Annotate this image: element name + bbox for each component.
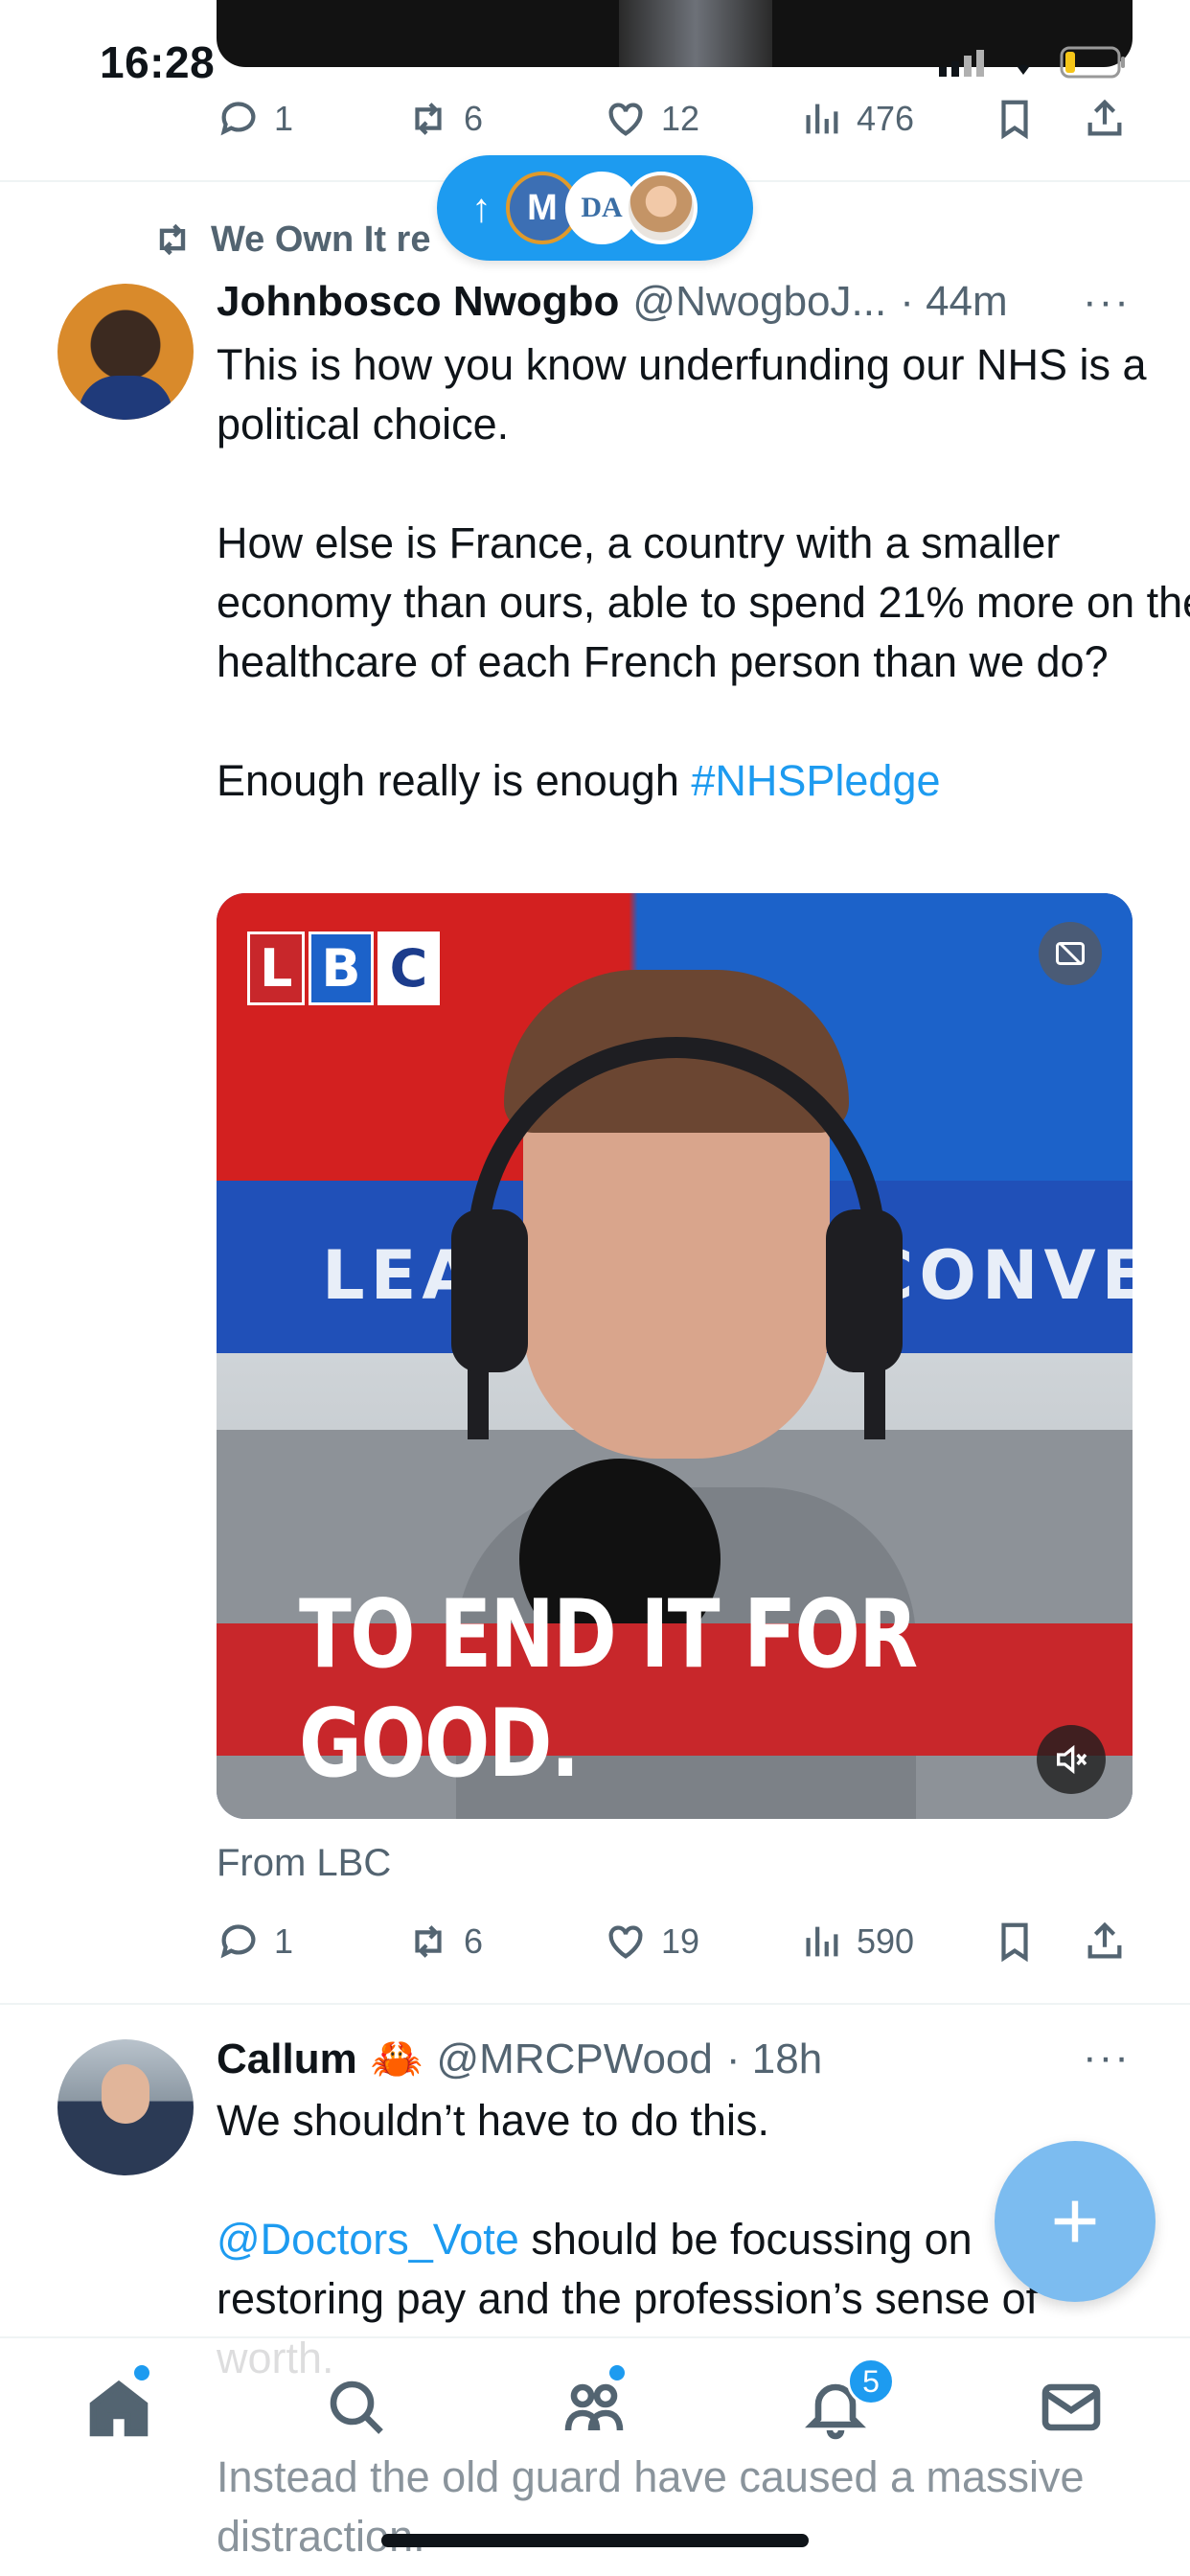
tweet-paragraph: Enough really is enough #NHSPledge [217, 751, 1190, 811]
avatar-text: DA [581, 192, 623, 223]
bookmark-icon [1001, 100, 1028, 140]
views-count: 590 [857, 1921, 915, 1961]
more-options-button[interactable]: ··· [1083, 278, 1131, 326]
home-unread-dot [134, 2365, 149, 2380]
avatar[interactable] [57, 2039, 194, 2175]
reply-button[interactable]: 1 [217, 97, 293, 141]
like-count: 12 [661, 99, 700, 138]
tweet-header: Callum 🦀 @MRCPWood · 18h [217, 2034, 822, 2083]
divider [0, 2003, 1190, 2005]
tweet-paragraph: How else is France, a country with a sma… [217, 518, 1190, 686]
backdrop-text: CONVERS [864, 1236, 1133, 1315]
search-icon[interactable] [322, 2373, 391, 2442]
tweet-text-prefix: Enough really is enough [217, 756, 692, 805]
heart-icon [608, 103, 643, 136]
share-icon [1087, 99, 1122, 136]
more-options-button[interactable]: ··· [1083, 2034, 1131, 2082]
communities-unread-dot [609, 2365, 625, 2380]
tweet-video[interactable]: LEAD CONVERS L B C TO END IT FOR GOOD. [217, 893, 1133, 1819]
video-caption-text: TO END IT FOR GOOD. [299, 1580, 918, 1799]
views-icon [806, 104, 838, 134]
compose-button[interactable] [995, 2141, 1156, 2302]
like-count: 19 [661, 1921, 700, 1961]
views-button[interactable]: 476 [799, 97, 914, 141]
like-button[interactable]: 19 [604, 1920, 699, 1964]
repost-button[interactable]: 6 [406, 1920, 483, 1964]
repost-button[interactable]: 6 [406, 97, 483, 141]
repost-icon [415, 103, 442, 135]
battery-icon [1060, 46, 1125, 79]
tweet-text: This is how you know underfunding our NH… [217, 335, 1190, 811]
heart-icon [608, 1925, 643, 1959]
communities-icon[interactable] [560, 2373, 629, 2442]
tweet-time[interactable]: · 18h [726, 2036, 822, 2083]
tweet-actions: 1 6 19 590 [0, 1913, 1190, 1970]
tweet-header: Johnbosco Nwogbo @NwogboJ... · 44m [217, 278, 1136, 326]
status-icons [937, 46, 1127, 79]
repost-count: 6 [464, 99, 484, 138]
bookmark-button[interactable] [993, 1920, 1037, 1964]
author-name[interactable]: Callum [217, 2036, 357, 2083]
repost-icon [159, 223, 186, 256]
author-handle[interactable]: @MRCPWood [437, 2036, 713, 2083]
video-caption: TO END IT FOR GOOD. [217, 1580, 1133, 1799]
mention-link[interactable]: @Doctors_Vote [217, 2215, 519, 2264]
from-source-label[interactable]: From LBC [217, 1842, 391, 1885]
tweet-paragraph: This is how you know underfunding our NH… [217, 340, 1147, 448]
tweet-time[interactable]: · 44m [900, 278, 1007, 326]
views-count: 476 [857, 99, 915, 138]
bookmark-icon [1001, 1922, 1028, 1963]
logo-letter: C [377, 932, 441, 1005]
reply-count: 1 [274, 1921, 294, 1961]
share-button[interactable] [1083, 97, 1127, 141]
plus-icon [1054, 2200, 1096, 2242]
avatar[interactable] [57, 284, 194, 420]
reply-icon [220, 102, 256, 136]
home-icon[interactable] [84, 2373, 153, 2442]
wifi-icon [1018, 64, 1029, 75]
share-icon [1087, 1921, 1122, 1959]
tweet-paragraph: Instead the old guard have caused a mass… [217, 2452, 1085, 2561]
reply-button[interactable]: 1 [217, 1920, 293, 1964]
captions-icon[interactable] [1039, 922, 1102, 985]
lbc-logo: L B C [247, 932, 441, 1005]
hashtag-link[interactable]: #NHSPledge [691, 756, 940, 805]
repost-label: We Own It re [211, 218, 431, 260]
author-handle[interactable]: @NwogboJ... [632, 278, 886, 326]
new-posts-pill[interactable]: ↑ M DA [437, 155, 753, 261]
repost-icon [415, 1925, 442, 1958]
reply-count: 1 [274, 99, 294, 138]
tweet-paragraph: We shouldn’t have to do this. [217, 2096, 770, 2145]
reply-icon [220, 1924, 256, 1959]
signal-icon [939, 50, 984, 77]
repost-attribution[interactable]: We Own It re [151, 218, 430, 261]
avatar-letter: M [527, 187, 558, 228]
top-tweet-actions: 1 6 12 476 [0, 90, 1190, 148]
status-time: 16:28 [100, 37, 216, 87]
author-name[interactable]: Johnbosco Nwogbo [217, 278, 619, 326]
crab-emoji-icon: 🦀 [370, 2036, 423, 2082]
logo-letter: B [309, 932, 374, 1005]
notifications-badge: 5 [847, 2358, 895, 2405]
repost-count: 6 [464, 1921, 484, 1961]
messages-icon[interactable] [1037, 2373, 1106, 2442]
views-button[interactable]: 590 [799, 1920, 914, 1964]
views-icon [806, 1926, 838, 1957]
mute-icon[interactable] [1037, 1725, 1106, 1794]
share-button[interactable] [1083, 1920, 1127, 1964]
like-button[interactable]: 12 [604, 97, 699, 141]
bookmark-button[interactable] [993, 97, 1037, 141]
avatar [625, 172, 698, 244]
logo-letter: L [247, 932, 306, 1005]
home-indicator [381, 2534, 809, 2547]
